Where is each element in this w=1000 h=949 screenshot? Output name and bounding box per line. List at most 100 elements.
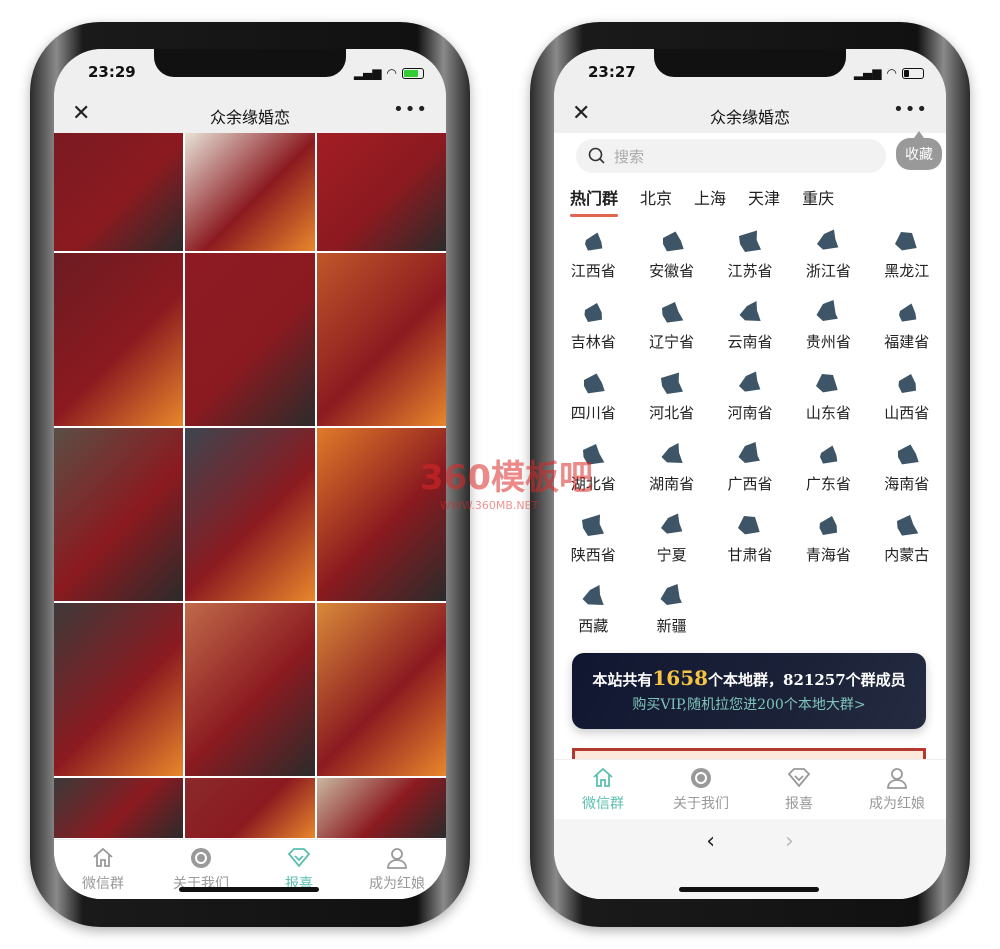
tab-user[interactable]: 成为红娘 [848,760,946,819]
photo-thumbnail[interactable] [316,253,446,426]
province-label: 山西省 [884,404,930,422]
province-item[interactable]: 广西省 [711,434,789,499]
province-item[interactable]: 云南省 [711,292,789,357]
province-map-icon [738,230,761,252]
home-icon [93,847,113,867]
province-item[interactable]: 山西省 [868,363,946,428]
wifi-icon: ◠ [386,66,397,80]
banner-prefix: 本站共有 [592,671,653,689]
province-label: 浙江省 [805,262,851,280]
home-indicator [179,887,319,892]
province-map-icon [820,445,838,464]
province-map-icon [898,303,917,322]
vip-banner[interactable]: 本站共有1658个本地群，821257个群成员 购买VIP,随机拉您进200个本… [572,653,926,729]
photo-thumbnail[interactable] [185,133,315,251]
province-item[interactable]: 内蒙古 [868,505,946,570]
province-item[interactable]: 安徽省 [632,221,710,286]
tab-home[interactable]: 微信群 [554,760,652,819]
city-tab[interactable]: 天津 [748,185,780,209]
province-item[interactable]: 四川省 [554,363,632,428]
province-item[interactable]: 河北省 [632,363,710,428]
photo-thumbnail[interactable] [316,778,446,838]
photo-thumbnail[interactable] [185,428,315,601]
favorite-tooltip[interactable]: 收藏 [896,131,942,170]
province-label: 江西省 [570,262,616,280]
tab-label: 报喜 [785,796,813,812]
city-tabs: 热门群 北京 上海 天津 重庆 [570,185,834,217]
province-label: 贵州省 [805,333,851,351]
city-tab[interactable]: 热门群 [570,185,619,217]
province-item[interactable]: 陕西省 [554,505,632,570]
province-item[interactable]: 广东省 [789,434,867,499]
photo-grid [54,133,446,838]
province-item[interactable]: 湖南省 [632,434,710,499]
photo-thumbnail[interactable] [54,253,184,426]
vip-cta-link[interactable]: 购买VIP,随机拉您进200个本地大群> [572,694,926,714]
nav-bar: ✕ 众余缘婚恋 ••• [54,99,446,133]
province-item[interactable]: 西藏 [554,576,632,641]
province-label: 吉林省 [570,333,616,351]
notch [654,49,846,77]
province-label: 内蒙古 [884,546,930,564]
photo-thumbnail[interactable] [54,778,184,838]
province-item[interactable]: 江西省 [554,221,632,286]
province-map-icon [739,301,761,321]
photo-thumbnail[interactable] [316,133,446,251]
province-item[interactable]: 海南省 [868,434,946,499]
province-map-icon [582,585,604,605]
photo-thumbnail[interactable] [54,133,184,251]
clock: 23:27 [588,63,636,81]
province-label: 湖南省 [649,475,695,493]
close-icon[interactable]: ✕ [72,101,90,126]
photo-thumbnail[interactable] [54,428,184,601]
tab-refresh-circle[interactable]: 关于我们 [652,760,750,819]
province-map-icon [896,515,919,536]
signal-icon: ▂▄▆ [353,66,382,80]
province-item[interactable]: 贵州省 [789,292,867,357]
watermark-text: 360模板吧 [420,458,593,498]
status-icons: ▂▄▆ ◠ [854,66,924,80]
photo-thumbnail[interactable] [54,603,184,776]
province-item[interactable]: 辽宁省 [632,292,710,357]
province-item[interactable]: 河南省 [711,363,789,428]
status-icons: ▂▄▆ ◠ [354,66,424,80]
province-item[interactable]: 新疆 [632,576,710,641]
province-item[interactable]: 青海省 [789,505,867,570]
photo-thumbnail[interactable] [185,603,315,776]
more-icon[interactable]: ••• [393,99,428,120]
tab-label: 微信群 [582,796,624,812]
province-map-icon [816,374,839,393]
province-map-icon [582,514,605,536]
city-tab[interactable]: 重庆 [802,185,834,209]
province-item[interactable]: 黑龙江 [868,221,946,286]
photo-thumbnail[interactable] [185,778,315,838]
province-map-icon [738,442,760,463]
photo-thumbnail[interactable] [316,603,446,776]
province-item[interactable]: 福建省 [868,292,946,357]
city-tab[interactable]: 北京 [640,185,672,209]
province-item[interactable]: 江苏省 [711,221,789,286]
tab-bar: 微信群 关于我们 报喜 成为红娘 [554,759,946,819]
search-input[interactable]: 搜索 [576,139,886,173]
user-icon [387,848,407,869]
tab-diamond[interactable]: 报喜 [750,760,848,819]
province-map-icon [737,516,760,535]
province-item[interactable]: 浙江省 [789,221,867,286]
more-icon[interactable]: ••• [893,99,928,120]
photo-thumbnail[interactable] [185,253,315,426]
tab-user[interactable]: 成为红娘 [348,840,446,899]
province-map-icon [584,303,603,322]
province-map-icon [584,373,605,394]
left-screen: 23:29 ▂▄▆ ◠ ✕ 众余缘婚恋 ••• 微信群 关于我们 报喜 成为红娘 [54,49,446,899]
province-item[interactable]: 宁夏 [632,505,710,570]
province-grid: 江西省 安徽省 江苏省 浙江省 黑龙江 吉林省 辽宁省 云南省 贵州省 福建省 四川省 河北省 河南省 山… [554,221,946,641]
province-map-icon [662,231,684,252]
province-item[interactable]: 山东省 [789,363,867,428]
province-map-icon [817,229,839,250]
battery-icon [402,67,424,79]
close-icon[interactable]: ✕ [572,101,590,126]
tab-home[interactable]: 微信群 [54,840,152,899]
province-item[interactable]: 甘肃省 [711,505,789,570]
province-item[interactable]: 吉林省 [554,292,632,357]
city-tab[interactable]: 上海 [694,185,726,209]
